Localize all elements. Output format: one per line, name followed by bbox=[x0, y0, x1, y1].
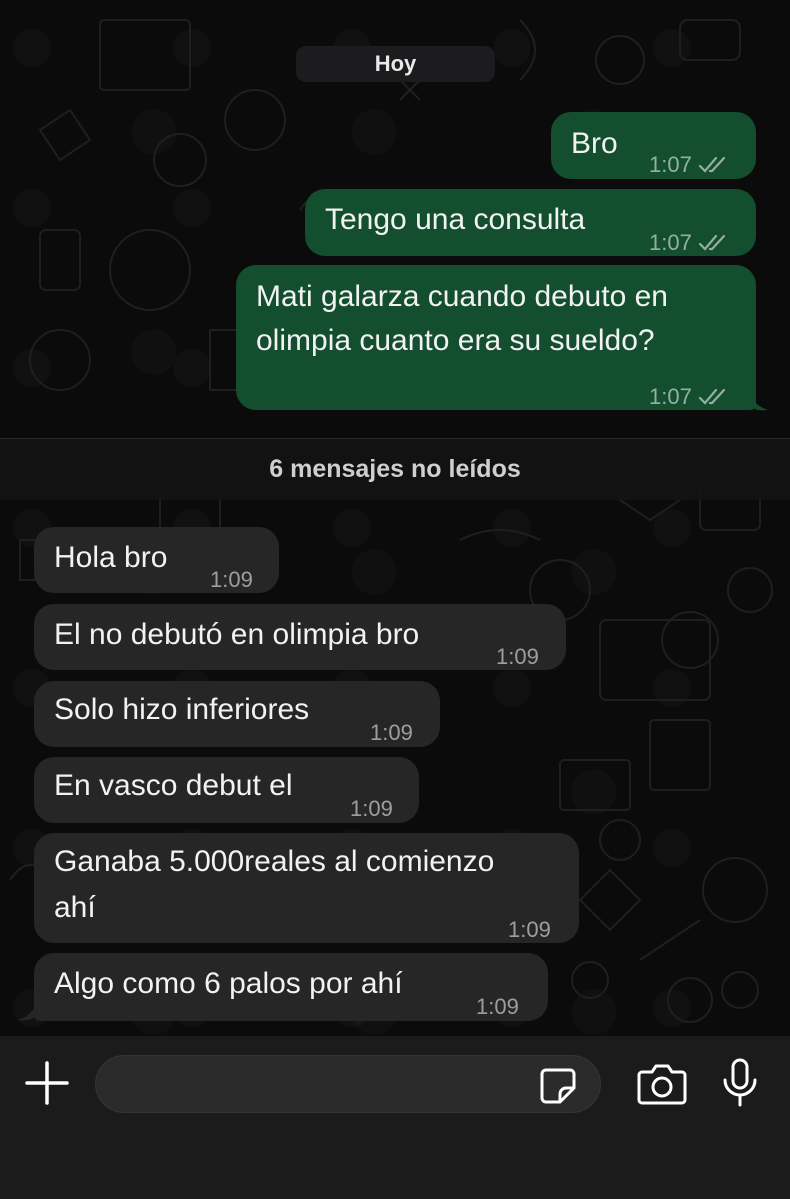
sticker-icon[interactable] bbox=[538, 1066, 578, 1106]
message-text-line: ahí bbox=[54, 891, 96, 924]
unread-messages-divider: 6 mensajes no leídos bbox=[0, 438, 790, 500]
incoming-message[interactable]: En vasco debut el 1:09 bbox=[34, 757, 419, 823]
incoming-message[interactable]: Hola bro 1:09 bbox=[34, 527, 279, 593]
message-meta: 1:07 bbox=[649, 142, 730, 188]
outgoing-message[interactable]: Bro 1:07 bbox=[551, 112, 756, 179]
double-check-icon bbox=[698, 234, 725, 251]
double-check-icon bbox=[698, 388, 725, 405]
message-time: 1:09 bbox=[370, 720, 413, 745]
bubble-tail bbox=[18, 999, 38, 1021]
plus-icon[interactable] bbox=[24, 1060, 70, 1106]
message-text: El no debutó en olimpia bro bbox=[54, 618, 420, 651]
message-text: Solo hizo inferiores bbox=[54, 693, 310, 726]
incoming-message[interactable]: Ganaba 5.000reales al comienzo ahí 1:09 bbox=[34, 833, 579, 943]
message-text: Bro bbox=[571, 127, 618, 160]
message-text: Algo como 6 palos por ahí bbox=[54, 967, 403, 1000]
message-time: 1:07 bbox=[649, 230, 692, 255]
message-text-line: Mati galarza cuando debuto en bbox=[256, 280, 668, 313]
message-time: 1:09 bbox=[476, 994, 519, 1019]
date-separator: Hoy bbox=[296, 46, 495, 82]
incoming-message[interactable]: El no debutó en olimpia bro 1:09 bbox=[34, 604, 566, 670]
message-text: Tengo una consulta bbox=[325, 203, 586, 236]
message-text: Hola bro bbox=[54, 541, 168, 574]
message-text-line: olimpia cuanto era su sueldo? bbox=[256, 324, 655, 357]
message-time: 1:09 bbox=[508, 917, 551, 942]
chat-screen: Hoy Bro 1:07 Tengo una consulta 1:07 Mat… bbox=[0, 0, 790, 1199]
incoming-message[interactable]: Algo como 6 palos por ahí 1:09 bbox=[34, 953, 548, 1021]
outgoing-message[interactable]: Tengo una consulta 1:07 bbox=[305, 189, 756, 256]
message-meta: 1:07 bbox=[649, 374, 730, 420]
message-meta: 1:07 bbox=[649, 220, 730, 266]
outgoing-message[interactable]: Mati galarza cuando debuto en olimpia cu… bbox=[236, 265, 756, 410]
camera-icon[interactable] bbox=[636, 1062, 688, 1106]
message-time: 1:07 bbox=[649, 384, 692, 409]
message-time: 1:09 bbox=[350, 796, 393, 821]
message-time: 1:09 bbox=[496, 644, 539, 669]
message-time: 1:07 bbox=[649, 152, 692, 177]
message-time: 1:09 bbox=[210, 567, 253, 592]
incoming-message[interactable]: Solo hizo inferiores 1:09 bbox=[34, 681, 440, 747]
microphone-icon[interactable] bbox=[720, 1058, 760, 1108]
bubble-tail bbox=[748, 389, 768, 411]
message-input[interactable] bbox=[95, 1055, 601, 1113]
message-text-line: Ganaba 5.000reales al comienzo bbox=[54, 845, 495, 878]
double-check-icon bbox=[698, 156, 725, 173]
message-list[interactable]: Hoy Bro 1:07 Tengo una consulta 1:07 Mat… bbox=[0, 0, 790, 1036]
message-text: En vasco debut el bbox=[54, 769, 293, 802]
